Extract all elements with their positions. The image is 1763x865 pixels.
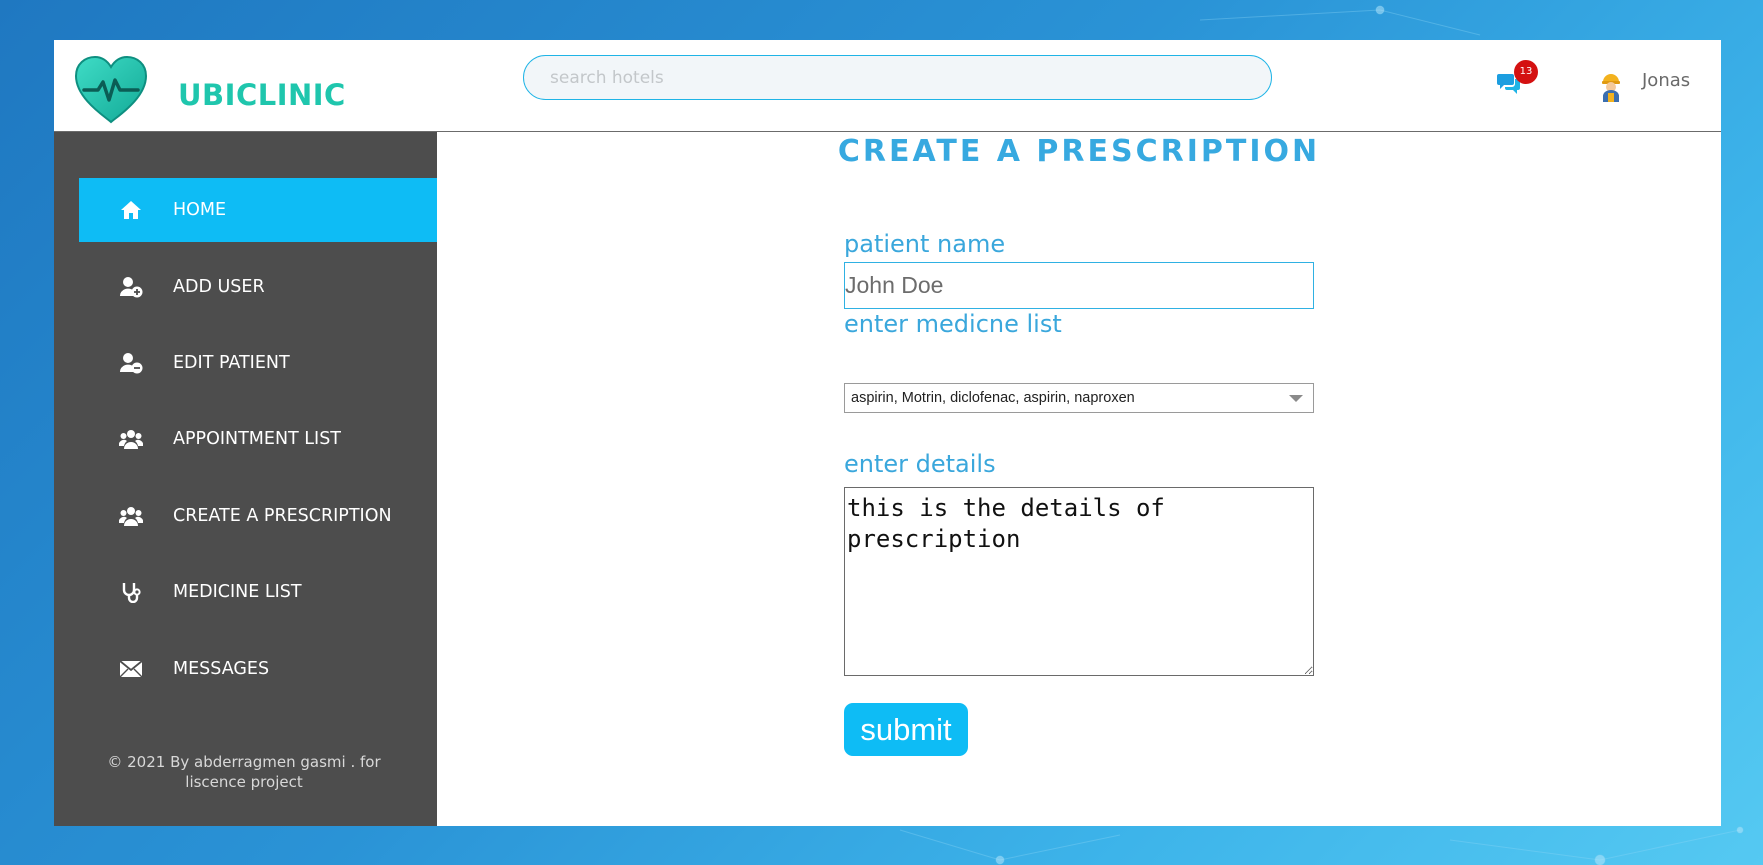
sidebar-item-messages[interactable]: MESSAGES — [79, 637, 437, 701]
sidebar-item-create-prescription[interactable]: CREATE A PRESCRIPTION — [79, 484, 437, 548]
sidebar-item-label: HOME — [173, 200, 227, 220]
sidebar-item-label: MEDICINE LIST — [173, 582, 302, 602]
sidebar-item-label: CREATE A PRESCRIPTION — [173, 506, 392, 526]
sidebar-item-label: APPOINTMENT LIST — [173, 429, 342, 449]
users-icon — [119, 430, 143, 449]
brand-logo[interactable]: UBICLINIC — [74, 56, 345, 126]
sidebar-item-label: ADD USER — [173, 277, 265, 297]
envelope-icon — [119, 660, 143, 678]
sidebar-item-edit-patient[interactable]: EDIT PATIENT — [79, 331, 437, 395]
app-window: UBICLINIC 13 Jonas HOME — [54, 40, 1721, 826]
details-textarea[interactable]: this is the details of prescription — [844, 487, 1314, 676]
medicine-list-select[interactable]: aspirin, Motrin, diclofenac, aspirin, na… — [844, 383, 1314, 413]
search-input[interactable] — [523, 55, 1272, 100]
notification-badge: 13 — [1514, 60, 1538, 84]
sidebar-item-add-user[interactable]: ADD USER — [79, 255, 437, 319]
home-icon — [121, 201, 141, 219]
sidebar-item-label: EDIT PATIENT — [173, 353, 290, 373]
sidebar-footer: © 2021 By abderragmen gasmi . for liscen… — [94, 752, 394, 792]
details-label: enter details — [844, 450, 996, 478]
user-plus-icon — [119, 277, 143, 298]
sidebar-item-home[interactable]: HOME — [79, 178, 437, 242]
heart-pulse-icon — [74, 56, 148, 124]
worker-avatar-icon[interactable] — [1599, 72, 1623, 102]
sidebar-item-label: MESSAGES — [173, 659, 270, 679]
stethoscope-icon — [122, 583, 141, 603]
medicine-list-value: aspirin, Motrin, diclofenac, aspirin, na… — [851, 390, 1135, 406]
footer-project: liscence project — [185, 773, 303, 791]
user-minus-icon — [119, 353, 143, 374]
footer-copyright: © 2021 By abderragmen gasmi . for — [107, 753, 381, 771]
brand-name: UBICLINIC — [178, 78, 346, 112]
submit-button[interactable]: submit — [844, 703, 968, 756]
chevron-down-icon — [1289, 395, 1303, 402]
users-icon — [119, 507, 143, 526]
sidebar-item-appointment-list[interactable]: APPOINTMENT LIST — [79, 407, 437, 471]
sidebar: HOME ADD USER EDIT PATIENT APPOINTMENT L… — [54, 132, 437, 826]
page-title: CREATE A PRESCRIPTION — [837, 134, 1321, 169]
user-name[interactable]: Jonas — [1642, 70, 1690, 91]
medicine-list-label: enter medicne list — [844, 310, 1062, 338]
sidebar-item-medicine-list[interactable]: MEDICINE LIST — [79, 560, 437, 624]
patient-name-label: patient name — [844, 230, 1006, 258]
top-header: UBICLINIC 13 Jonas — [54, 40, 1721, 132]
patient-name-input[interactable] — [844, 262, 1314, 309]
